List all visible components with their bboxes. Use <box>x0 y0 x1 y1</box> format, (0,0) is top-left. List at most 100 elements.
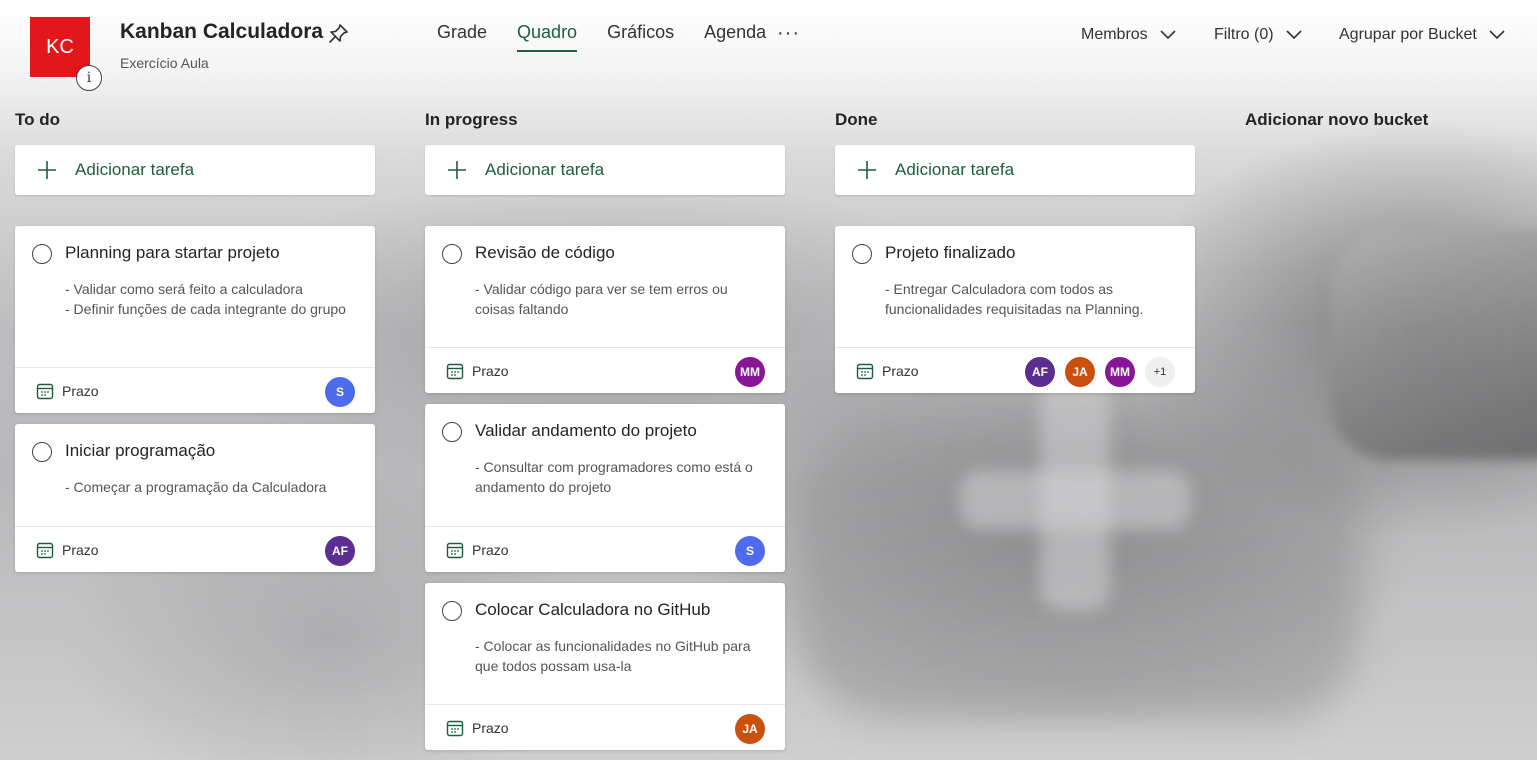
task-card[interactable]: Validar andamento do projeto - Consultar… <box>425 404 785 572</box>
task-footer: Prazo S <box>425 526 785 572</box>
task-title: Revisão de código <box>475 243 615 262</box>
task-footer: Prazo MM <box>425 347 785 393</box>
bucket-done: Done Adicionar tarefa <box>835 110 1195 195</box>
task-title: Planning para startar projeto <box>65 243 280 262</box>
pin-icon[interactable] <box>326 22 350 46</box>
view-tabs: Grade Quadro Gráficos Agenda <box>437 22 796 52</box>
circle-checkbox-icon[interactable] <box>852 244 872 264</box>
task-title: Validar andamento do projeto <box>475 421 697 440</box>
new-bucket-area: Adicionar novo bucket <box>1245 110 1537 132</box>
avatar[interactable]: MM <box>1105 357 1135 387</box>
task-description: - Validar código para ver se tem erros o… <box>475 281 728 317</box>
task-card[interactable]: Planning para startar projeto - Validar … <box>15 226 375 413</box>
task-description: - Começar a programação da Calculadora <box>65 479 327 495</box>
calendar-icon <box>446 542 464 559</box>
avatar[interactable]: MM <box>735 357 765 387</box>
assignees: AF JA MM +1 <box>1025 357 1175 387</box>
avatar[interactable]: AF <box>1025 357 1055 387</box>
calendar-icon <box>36 542 54 559</box>
plan-subtitle: Exercício Aula <box>120 55 209 71</box>
circle-checkbox-icon[interactable] <box>442 601 462 621</box>
members-label: Membros <box>1081 26 1148 43</box>
calendar-icon <box>36 383 54 400</box>
task-description: - Consultar com programadores como está … <box>475 459 753 495</box>
background-photo-shape <box>1330 230 1537 460</box>
background-photo-shape <box>960 470 1190 530</box>
info-icon[interactable]: i <box>76 65 102 91</box>
tab-grade[interactable]: Grade <box>437 22 487 52</box>
bucket-title[interactable]: In progress <box>425 110 785 132</box>
circle-checkbox-icon[interactable] <box>32 442 52 462</box>
group-by-dropdown[interactable]: Agrupar por Bucket <box>1339 26 1505 44</box>
add-task-button[interactable]: Adicionar tarefa <box>835 145 1195 195</box>
avatar[interactable]: S <box>735 536 765 566</box>
bucket-title[interactable]: To do <box>15 110 375 132</box>
calendar-icon <box>446 720 464 737</box>
due-date-label[interactable]: Prazo <box>472 363 509 379</box>
add-task-label: Adicionar tarefa <box>895 160 1015 179</box>
background-photo-shape <box>800 420 1360 720</box>
more-options-icon[interactable]: ··· <box>777 22 800 45</box>
bucket-to-do: To do Adicionar tarefa <box>15 110 375 195</box>
task-description: - Colocar as funcionalidades no GitHub p… <box>475 638 751 674</box>
avatar[interactable]: S <box>325 377 355 407</box>
filter-label: Filtro (0) <box>1214 26 1274 43</box>
task-card[interactable]: Colocar Calculadora no GitHub - Colocar … <box>425 583 785 750</box>
assignees: JA <box>735 714 765 744</box>
chevron-down-icon <box>1160 30 1176 40</box>
tab-graficos[interactable]: Gráficos <box>607 22 674 52</box>
task-card[interactable]: Revisão de código - Validar código para … <box>425 226 785 393</box>
circle-checkbox-icon[interactable] <box>442 244 462 264</box>
chevron-down-icon <box>1489 30 1505 40</box>
assignees: MM <box>735 357 765 387</box>
group-by-label: Agrupar por Bucket <box>1339 26 1477 43</box>
task-title: Colocar Calculadora no GitHub <box>475 600 711 619</box>
members-dropdown[interactable]: Membros <box>1081 26 1176 44</box>
add-task-label: Adicionar tarefa <box>485 160 605 179</box>
assignees: S <box>735 536 765 566</box>
due-date-label[interactable]: Prazo <box>882 363 919 379</box>
add-new-bucket[interactable]: Adicionar novo bucket <box>1245 110 1537 132</box>
bucket-in-progress: In progress Adicionar tarefa <box>425 110 785 195</box>
circle-checkbox-icon[interactable] <box>32 244 52 264</box>
chevron-down-icon <box>1285 30 1302 40</box>
avatar[interactable]: JA <box>735 714 765 744</box>
add-task-button[interactable]: Adicionar tarefa <box>15 145 375 195</box>
assignees: AF <box>325 536 355 566</box>
task-footer: Prazo S <box>15 367 375 413</box>
plan-header: KC i Kanban Calculadora Exercício Aula G… <box>0 0 1537 100</box>
info-glyph: i <box>86 70 92 86</box>
plus-icon <box>858 161 876 179</box>
task-footer: Prazo JA <box>425 704 785 750</box>
tab-quadro[interactable]: Quadro <box>517 22 578 52</box>
task-description: - Entregar Calculadora com todos as func… <box>885 281 1144 317</box>
task-title: Iniciar programação <box>65 441 216 460</box>
task-description: - Validar como será feito a calculadora … <box>65 281 346 317</box>
add-task-label: Adicionar tarefa <box>75 160 195 179</box>
plan-initials: KC <box>46 35 74 58</box>
task-card[interactable]: Iniciar programação - Começar a programa… <box>15 424 375 572</box>
filter-dropdown[interactable]: Filtro (0) <box>1214 26 1302 44</box>
more-assignees-badge[interactable]: +1 <box>1145 357 1175 387</box>
circle-checkbox-icon[interactable] <box>442 422 462 442</box>
add-task-button[interactable]: Adicionar tarefa <box>425 145 785 195</box>
due-date-label[interactable]: Prazo <box>472 720 509 736</box>
task-footer: Prazo AF <box>15 526 375 572</box>
due-date-label[interactable]: Prazo <box>62 383 99 399</box>
background-photo-shape <box>1040 380 1110 610</box>
bucket-title[interactable]: Done <box>835 110 1195 132</box>
task-card[interactable]: Projeto finalizado - Entregar Calculador… <box>835 226 1195 393</box>
plus-icon <box>38 161 56 179</box>
calendar-icon <box>856 363 874 380</box>
tab-agenda[interactable]: Agenda <box>704 22 766 52</box>
assignees: S <box>325 377 355 407</box>
due-date-label[interactable]: Prazo <box>472 542 509 558</box>
avatar[interactable]: AF <box>325 536 355 566</box>
avatar[interactable]: JA <box>1065 357 1095 387</box>
task-footer: Prazo AF JA MM +1 <box>835 347 1195 393</box>
plan-title: Kanban Calculadora <box>120 20 324 43</box>
due-date-label[interactable]: Prazo <box>62 542 99 558</box>
plus-icon <box>448 161 466 179</box>
task-title: Projeto finalizado <box>885 243 1016 262</box>
calendar-icon <box>446 363 464 380</box>
